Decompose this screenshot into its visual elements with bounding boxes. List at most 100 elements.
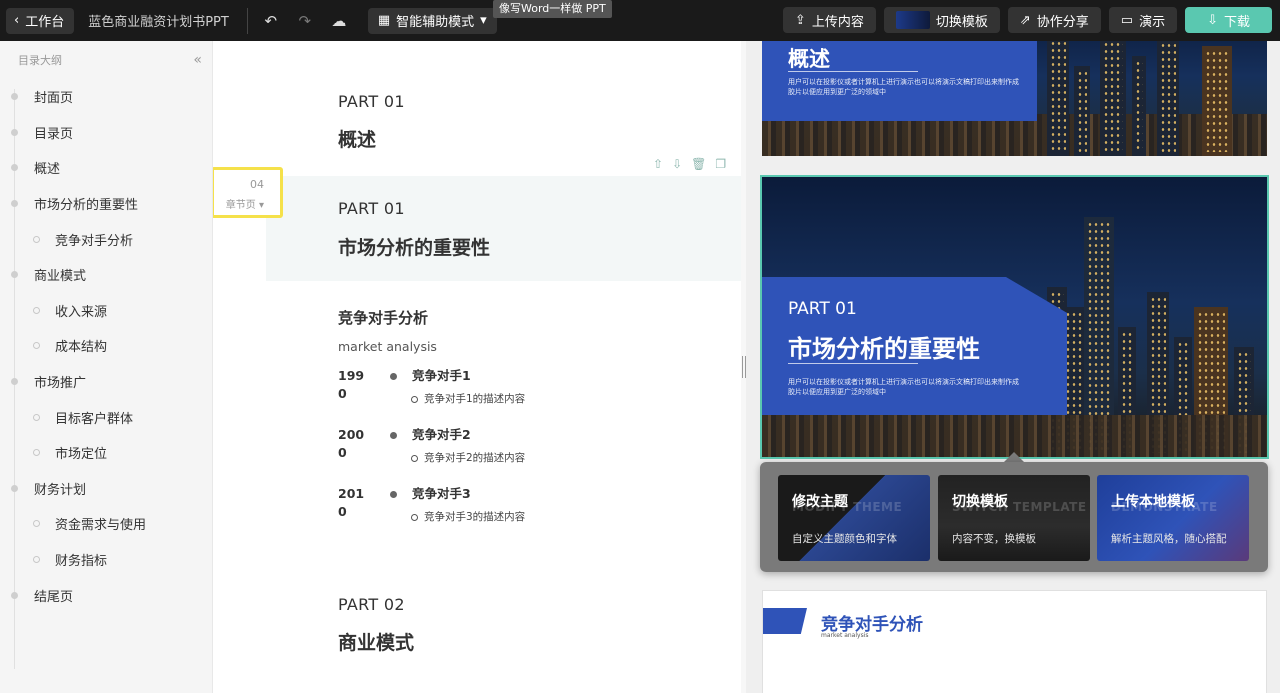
outline-item[interactable]: 竞争对手分析 xyxy=(0,221,212,257)
outline-sub-bullet xyxy=(33,520,40,528)
outline-item[interactable]: 目录页 xyxy=(0,115,212,151)
present-button[interactable]: ▭ 演示 xyxy=(1108,7,1178,33)
modify-theme-card[interactable]: MODIFY THEME 修改主题 自定义主题颜色和字体 xyxy=(778,475,930,561)
move-up-icon[interactable]: ⇧ xyxy=(653,157,663,171)
page-number: 04 xyxy=(250,178,264,191)
building xyxy=(1157,41,1179,156)
slide-thumbnail-competitors[interactable]: 竞争对手分析 market analysis xyxy=(762,590,1267,693)
download-button[interactable]: ⇩ 下载 xyxy=(1185,7,1272,33)
outline-bullet xyxy=(11,164,18,172)
move-down-icon[interactable]: ⇩ xyxy=(672,157,682,171)
outline-item-label: 概述 xyxy=(34,162,61,178)
outline-item-label: 目录页 xyxy=(34,126,74,142)
outline-item-label: 收入来源 xyxy=(55,304,108,320)
outline-sub-bullet xyxy=(33,342,40,350)
competitor-name[interactable]: 竞争对手1 xyxy=(412,367,471,385)
page-type-dropdown[interactable]: 章节页 ▾ xyxy=(226,196,264,211)
competitor-subheading[interactable]: market analysis xyxy=(338,339,437,354)
church-tower xyxy=(1202,46,1232,156)
timeline-bullet xyxy=(390,432,397,439)
outline-item[interactable]: 资金需求与使用 xyxy=(0,506,212,542)
duplicate-icon[interactable]: ❐ xyxy=(715,157,726,171)
outline-sub-bullet xyxy=(33,449,40,457)
competitor-heading[interactable]: 竞争对手分析 xyxy=(338,307,428,328)
back-to-workspace-button[interactable]: ‹ 工作台 xyxy=(6,7,75,34)
slide-thumbnail-market-analysis[interactable]: PART 01 市场分析的重要性 用户可以在投影仪或者计算机上进行演示也可以将演… xyxy=(760,175,1269,459)
outline-title: 目录大纲 xyxy=(18,54,62,67)
outline-item[interactable]: 财务指标 xyxy=(0,542,212,578)
timeline-year[interactable]: 2000 xyxy=(338,426,372,462)
slide-title: 概述 xyxy=(788,47,830,71)
timeline-year[interactable]: 1990 xyxy=(338,367,372,403)
outline-editor: PART 01 概述 ⇧ ⇩ 🗑 ❐ 04 章节页 ▾ PART 01 市场分析… xyxy=(213,41,741,693)
upload-content-button[interactable]: ⇪ 上传内容 xyxy=(782,7,876,33)
competitor-description[interactable]: 竞争对手1的描述内容 xyxy=(424,391,525,406)
share-button[interactable]: ⇗ 协作分享 xyxy=(1007,7,1101,33)
slide-thumbnail-overview[interactable]: 概述 用户可以在投影仪或者计算机上进行演示也可以将演示文稿打印出来制作成胶片以便… xyxy=(762,41,1267,156)
section-part-label[interactable]: PART 02 xyxy=(338,595,405,614)
outline-item[interactable]: 概述 xyxy=(0,150,212,186)
outline-bullet xyxy=(11,200,18,208)
mode-tooltip: 像写Word一样做 PPT xyxy=(493,0,612,18)
upload-local-template-card[interactable]: DEMONSTRATE 上传本地模板 解析主题风格，随心搭配 xyxy=(1097,475,1249,561)
outline-header: 目录大纲 « xyxy=(0,41,212,79)
switch-template-button[interactable]: 切换模板 xyxy=(883,7,1000,33)
outline-item-label: 市场推广 xyxy=(34,376,87,392)
card-title: 切换模板 xyxy=(952,494,1008,510)
timeline-year[interactable]: 2010 xyxy=(338,485,372,521)
competitor-name[interactable]: 竞争对手3 xyxy=(412,485,471,503)
outline-item[interactable]: 市场分析的重要性 xyxy=(0,186,212,222)
popup-arrow xyxy=(1004,452,1024,462)
outline-item[interactable]: 收入来源 xyxy=(0,293,212,329)
competitor-name[interactable]: 竞争对手2 xyxy=(412,426,471,444)
section-part-label[interactable]: PART 01 xyxy=(338,92,405,111)
share-label: 协作分享 xyxy=(1036,14,1089,30)
present-label: 演示 xyxy=(1139,14,1166,30)
card-subtitle: 自定义主题颜色和字体 xyxy=(792,533,897,545)
outline-bullet xyxy=(11,378,18,386)
section-toolbar: ⇧ ⇩ 🗑 ❐ xyxy=(653,157,726,171)
outline-item[interactable]: 商业模式 xyxy=(0,257,212,293)
building xyxy=(1132,56,1146,156)
outline-item-label: 商业模式 xyxy=(34,269,87,285)
undo-icon[interactable]: ↶ xyxy=(260,10,282,32)
outline-sub-bullet xyxy=(33,556,40,564)
section-title[interactable]: 概述 xyxy=(338,125,376,152)
competitor-description[interactable]: 竞争对手3的描述内容 xyxy=(424,509,525,524)
competitor-description[interactable]: 竞争对手2的描述内容 xyxy=(424,450,525,465)
switch-template-card[interactable]: SWITCH TEMPLATE 切换模板 内容不变，换模板 xyxy=(938,475,1090,561)
outline-item[interactable]: 结尾页 xyxy=(0,577,212,613)
outline-sub-bullet xyxy=(33,306,40,314)
share-icon: ⇗ xyxy=(1019,12,1031,28)
outline-item[interactable]: 财务计划 xyxy=(0,471,212,507)
section-title[interactable]: 市场分析的重要性 xyxy=(338,233,490,260)
outline-bullet xyxy=(11,128,18,136)
outline-item-label: 封面页 xyxy=(34,91,74,107)
outline-item[interactable]: 封面页 xyxy=(0,79,212,115)
card-subtitle: 内容不变，换模板 xyxy=(952,533,1036,545)
outline-list: 封面页目录页概述市场分析的重要性 竞争对手分析商业模式收入来源成本结构市场推广目标… xyxy=(0,79,212,669)
slide-preview-panel: 概述 用户可以在投影仪或者计算机上进行演示也可以将演示文稿打印出来制作成胶片以便… xyxy=(746,41,1280,693)
timeline-bullet xyxy=(390,373,397,380)
top-toolbar: ‹ 工作台 蓝色商业融资计划书PPT ↶ ↷ ☁ ▦ 智能辅助模式 ▾ 像写Wo… xyxy=(0,0,1280,41)
switch-template-label: 切换模板 xyxy=(935,14,988,30)
cloud-sync-icon[interactable]: ☁ xyxy=(328,10,350,32)
timeline-bullet xyxy=(390,491,397,498)
collapse-panel-icon[interactable]: « xyxy=(193,52,202,68)
assist-mode-dropdown[interactable]: ▦ 智能辅助模式 ▾ xyxy=(367,7,497,34)
outline-item[interactable]: 目标客户群体 xyxy=(0,399,212,435)
outline-bullet xyxy=(11,93,18,101)
outline-item[interactable]: 市场定位 xyxy=(0,435,212,471)
delete-icon[interactable]: 🗑 xyxy=(691,157,706,171)
template-thumbnail xyxy=(895,11,930,29)
redo-icon[interactable]: ↷ xyxy=(294,10,316,32)
chevron-left-icon: ‹ xyxy=(14,13,20,28)
section-part-label[interactable]: PART 01 xyxy=(338,199,405,218)
page-type-selector[interactable]: 04 章节页 ▾ xyxy=(213,167,283,218)
section-title[interactable]: 商业模式 xyxy=(338,628,414,655)
active-section-highlight xyxy=(266,176,741,281)
outline-item-label: 财务计划 xyxy=(34,482,87,498)
document-title[interactable]: 蓝色商业融资计划书PPT xyxy=(88,11,229,30)
outline-item[interactable]: 市场推广 xyxy=(0,364,212,400)
outline-item[interactable]: 成本结构 xyxy=(0,328,212,364)
